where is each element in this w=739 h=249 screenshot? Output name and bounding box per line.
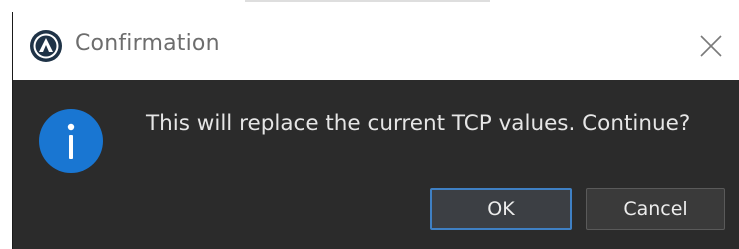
app-logo-icon (30, 30, 62, 62)
confirmation-dialog: Confirmation This will replace the curre… (12, 12, 739, 249)
close-icon[interactable] (697, 32, 725, 60)
ok-button[interactable]: OK (430, 188, 572, 230)
info-icon (39, 109, 103, 173)
background-divider (245, 0, 490, 2)
dialog-titlebar: Confirmation (13, 12, 739, 80)
dialog-message: This will replace the current TCP values… (146, 111, 691, 136)
background-window-edge (0, 0, 739, 12)
dialog-title: Confirmation (75, 31, 220, 56)
cancel-button[interactable]: Cancel (586, 188, 725, 230)
